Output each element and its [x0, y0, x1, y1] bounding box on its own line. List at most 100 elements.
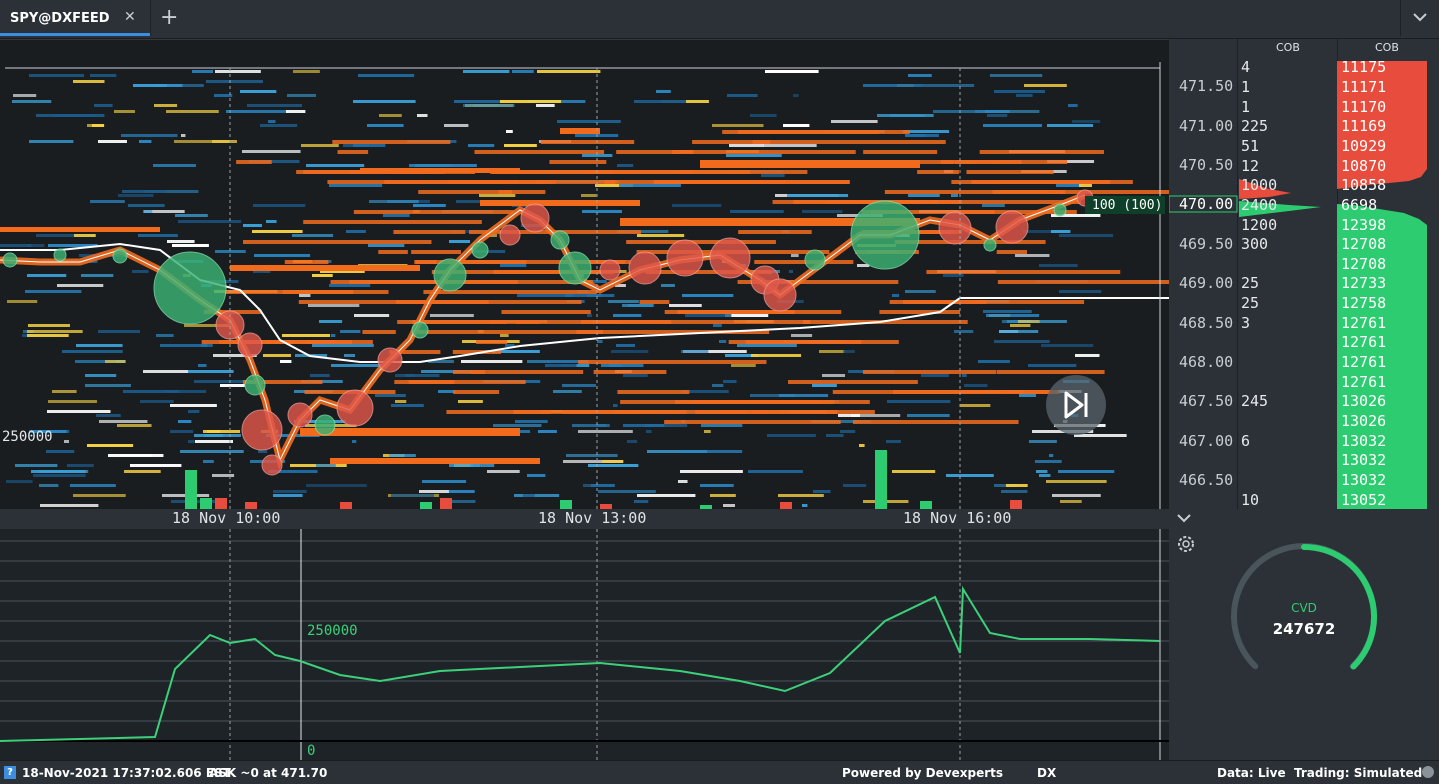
liquidity-level: [1006, 484, 1028, 487]
liquidity-level: [1047, 124, 1094, 127]
liquidity-level: [284, 260, 329, 264]
volume-scale-label: 250000: [2, 429, 53, 445]
liquidity-level: [212, 474, 235, 477]
liquidity-level: [1072, 120, 1101, 123]
liquidity-level: [316, 464, 336, 467]
liquidity-level: [637, 494, 696, 497]
sell-trade-bubble: [237, 332, 263, 358]
sell-trade-bubble: [666, 239, 704, 277]
close-icon[interactable]: ✕: [124, 9, 136, 25]
liquidity-level: [619, 184, 681, 187]
cvd-indicator-panel[interactable]: 250000 0: [0, 529, 1169, 760]
liquidity-level: [634, 100, 687, 103]
jump-to-live-button[interactable]: [1046, 375, 1106, 435]
liquidity-level: [415, 260, 437, 264]
liquidity-level: [378, 250, 408, 254]
liquidity-level: [737, 344, 797, 347]
liquidity-wall: [0, 227, 160, 232]
liquidity-level: [90, 200, 125, 203]
liquidity-level: [517, 294, 573, 297]
tab-spy[interactable]: SPY@DXFEED ✕: [0, 0, 150, 36]
buy-trade-bubble: [983, 238, 997, 252]
liquidity-level: [1060, 500, 1082, 503]
liquidity-level: [331, 364, 382, 367]
price-ladder[interactable]: COB COB 471.50 471.00 470.50 470.00 469.…: [1169, 39, 1439, 509]
liquidity-level: [879, 310, 961, 314]
liquidity-level: [64, 440, 69, 443]
liquidity-level: [1058, 470, 1115, 473]
liquidity-level: [215, 70, 261, 73]
liquidity-level: [458, 400, 483, 403]
liquidity-level: [581, 194, 597, 197]
liquidity-level: [1029, 440, 1057, 443]
liquidity-level: [413, 204, 446, 207]
sell-trade-bubble: [499, 224, 521, 246]
liquidity-level: [966, 170, 1054, 174]
liquidity-level: [396, 300, 582, 304]
tab-divider: [150, 0, 151, 36]
liquidity-level: [268, 120, 276, 123]
liquidity-level: [167, 240, 195, 243]
tabs-menu-button[interactable]: [1400, 0, 1439, 36]
cvd-scale-top: 250000: [307, 623, 358, 639]
liquidity-level: [536, 104, 555, 107]
cob-total: 12708: [1341, 255, 1387, 273]
liquidity-level: [675, 400, 870, 404]
data-source: DX: [1037, 766, 1057, 780]
help-icon[interactable]: ?: [4, 766, 16, 779]
liquidity-level: [545, 364, 577, 367]
price-label: 471.00: [1179, 117, 1234, 135]
plus-icon[interactable]: +: [160, 5, 178, 30]
liquidity-level: [710, 494, 736, 497]
liquidity-level: [454, 100, 505, 103]
price-label: 468.00: [1179, 353, 1234, 371]
liquidity-level: [286, 110, 306, 113]
liquidity-level: [678, 480, 688, 483]
liquidity-level: [73, 80, 105, 83]
liquidity-level: [960, 404, 991, 407]
liquidity-level: [282, 334, 331, 337]
liquidity-level: [751, 410, 875, 414]
liquidity-level: [907, 414, 950, 417]
liquidity-level: [253, 204, 306, 207]
liquidity-level: [617, 164, 634, 167]
current-price-marker: 100 (100): [1092, 198, 1162, 213]
liquidity-level: [260, 124, 298, 127]
liquidity-level: [979, 150, 1104, 154]
cvd-chart[interactable]: [0, 529, 1169, 760]
liquidity-level: [114, 110, 136, 113]
liquidity-level: [613, 314, 642, 317]
liquidity-level: [138, 234, 178, 237]
liquidity-level: [923, 84, 975, 87]
order-book-heatmap[interactable]: 100 (100): [0, 40, 1169, 510]
liquidity-level: [887, 400, 951, 403]
liquidity-level: [626, 240, 776, 244]
liquidity-level: [540, 140, 635, 144]
liquidity-level: [27, 330, 83, 333]
liquidity-level: [613, 404, 618, 407]
cob-total: 13032: [1341, 471, 1387, 489]
liquidity-level: [725, 314, 769, 317]
sell-trade-bubble: [599, 259, 621, 281]
liquidity-level: [514, 494, 560, 497]
chevron-down-icon[interactable]: [1177, 514, 1191, 523]
heatmap-chart[interactable]: 100 (100) 250000: [0, 39, 1169, 510]
liquidity-level: [263, 354, 291, 357]
time-axis[interactable]: 18 Nov 10:00 18 Nov 13:00 18 Nov 16:00: [0, 509, 1169, 529]
liquidity-level: [852, 420, 1019, 424]
liquidity-level: [329, 184, 383, 187]
liquidity-level: [588, 464, 639, 467]
cob-qty: 4: [1241, 58, 1251, 76]
liquidity-level: [843, 350, 855, 353]
liquidity-level: [892, 390, 1060, 394]
liquidity-level: [27, 334, 69, 337]
liquidity-level: [1028, 364, 1077, 367]
gear-icon[interactable]: [1175, 533, 1197, 555]
liquidity-level: [750, 114, 777, 117]
liquidity-level: [926, 270, 1121, 274]
liquidity-level: [98, 330, 140, 333]
liquidity-level: [761, 174, 785, 177]
cob-total: 13026: [1341, 412, 1387, 430]
liquidity-level: [214, 94, 233, 97]
liquidity-level: [728, 340, 862, 344]
